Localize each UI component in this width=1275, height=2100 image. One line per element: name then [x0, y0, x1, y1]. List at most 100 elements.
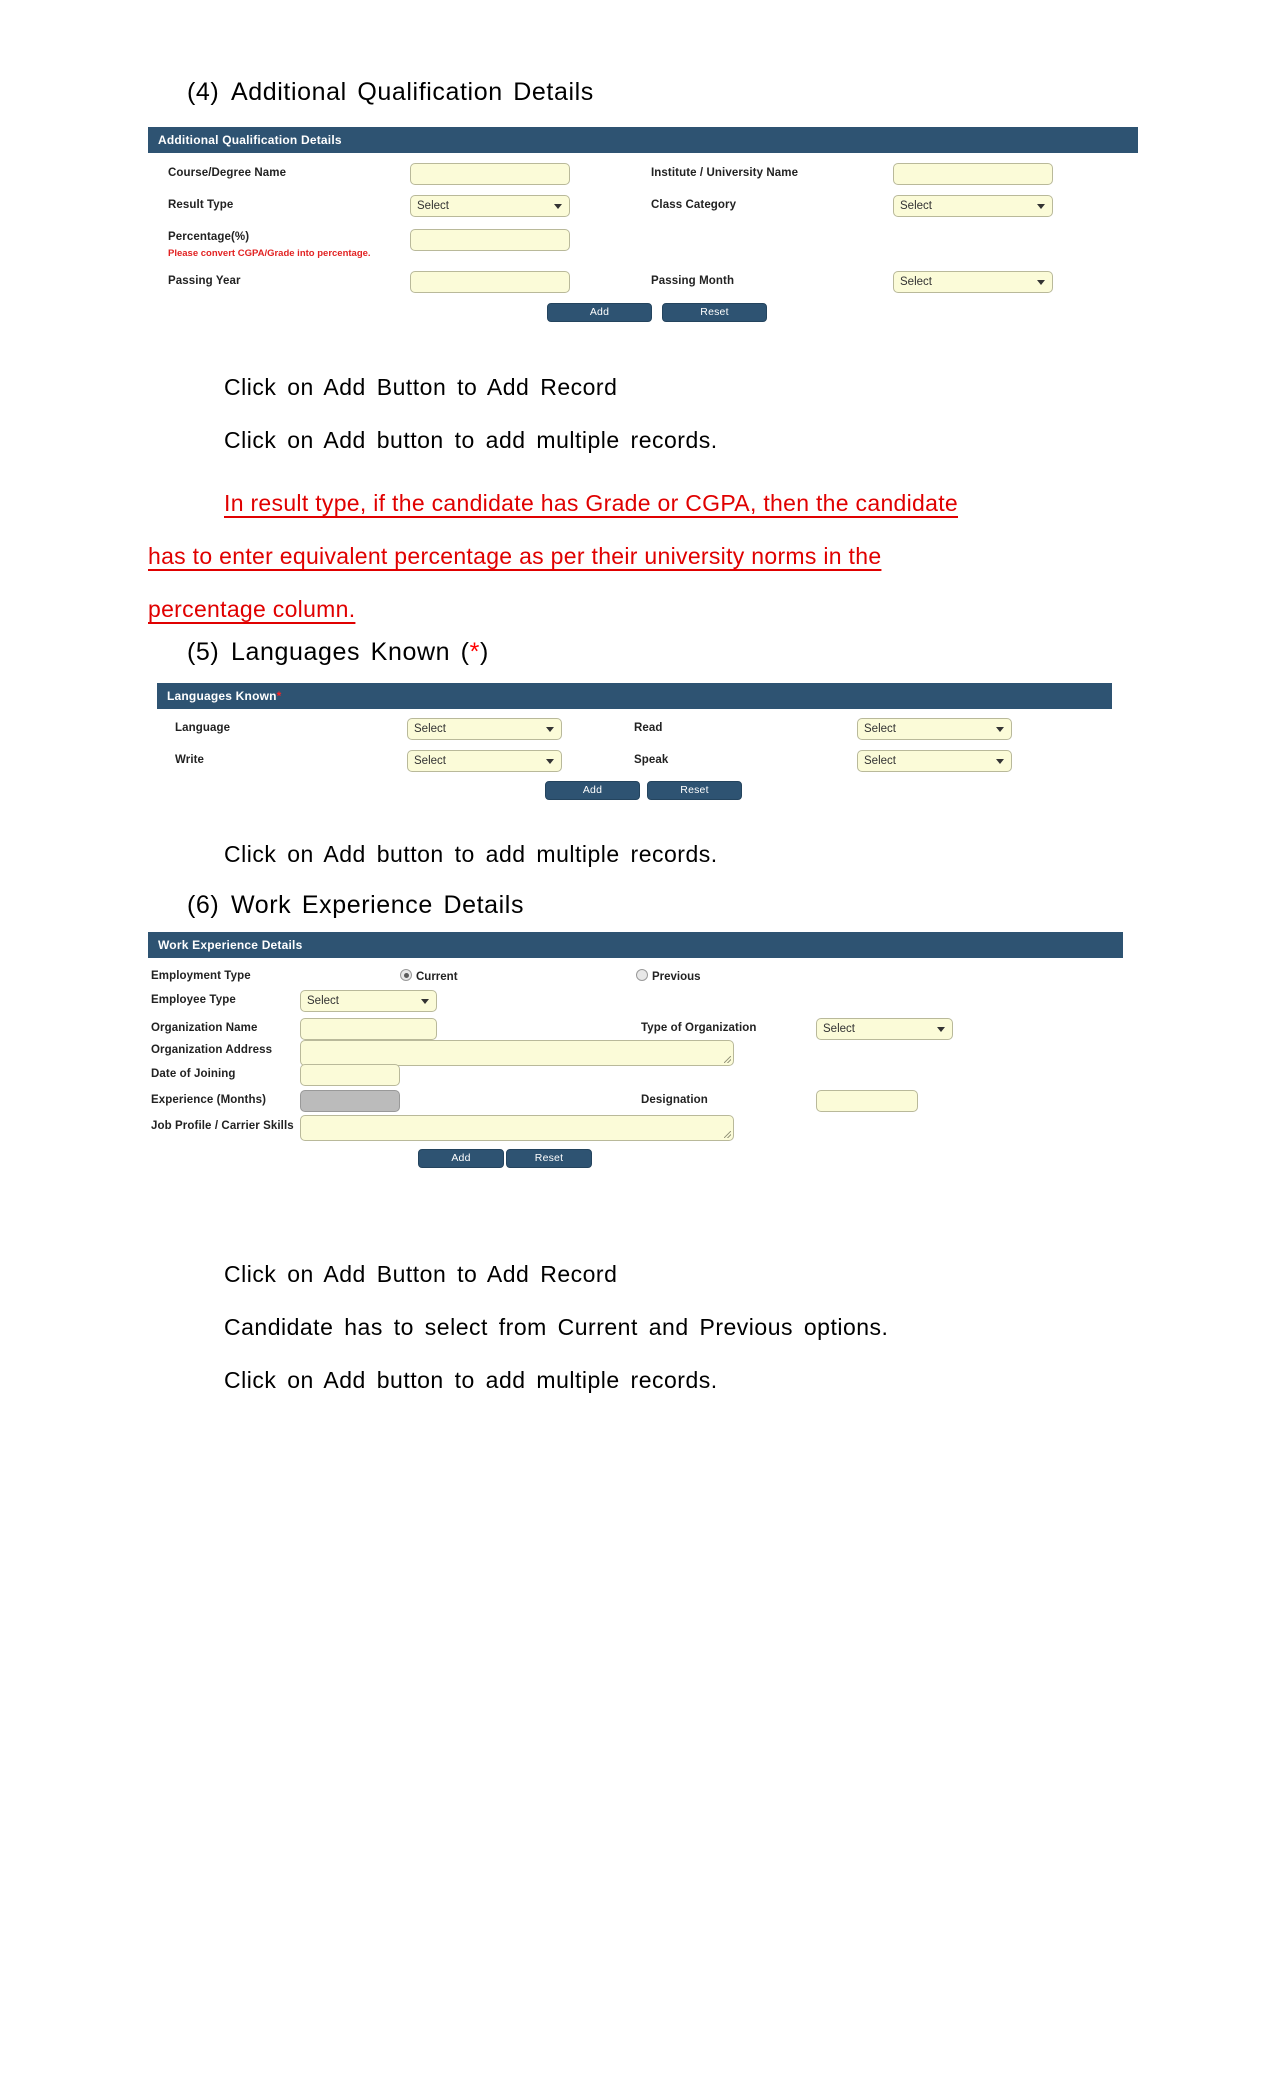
languages-known-add-button[interactable]: Add — [545, 781, 640, 800]
job-profile-label: Job Profile / Carrier Skills — [151, 1120, 294, 1132]
read-label: Read — [634, 722, 663, 734]
red-line-3: percentage column. — [148, 596, 356, 622]
speak-select[interactable]: Select — [857, 750, 1012, 772]
panel-header-label: Work Experience Details — [158, 938, 303, 952]
type-of-organization-value: Select — [823, 1023, 855, 1035]
employment-type-label: Employment Type — [151, 970, 251, 982]
chevron-down-icon — [996, 759, 1004, 764]
percentage-note: Please convert CGPA/Grade into percentag… — [168, 248, 371, 259]
chevron-down-icon — [554, 204, 562, 209]
speak-label: Speak — [634, 754, 669, 766]
additional-qualification-reset-button[interactable]: Reset — [662, 303, 767, 322]
type-of-organization-select[interactable]: Select — [816, 1018, 953, 1040]
class-category-label: Class Category — [651, 199, 737, 211]
note-select-current-previous: Candidate has to select from Current and… — [224, 1314, 889, 1340]
result-type-select[interactable]: Select — [410, 195, 570, 217]
section-6-heading: (6) Work Experience Details — [187, 891, 524, 920]
additional-qualification-panel-body: Course/Degree Name Institute / Universit… — [148, 153, 1138, 322]
language-label: Language — [175, 722, 231, 734]
additional-qualification-panel-header: Additional Qualification Details — [148, 127, 1138, 153]
employment-type-previous-label: Previous — [652, 971, 701, 983]
section-5-title: Languages Known ( — [231, 638, 470, 666]
course-degree-name-input[interactable] — [410, 163, 570, 185]
red-line-2: has to enter equivalent percentage as pe… — [148, 543, 882, 569]
chevron-down-icon — [1037, 204, 1045, 209]
organization-address-textarea[interactable] — [300, 1040, 734, 1066]
section-6-number: (6) — [187, 891, 220, 919]
write-select[interactable]: Select — [407, 750, 562, 772]
note-add-record-4: Click on Add Button to Add Record — [224, 374, 618, 400]
passing-year-input[interactable] — [410, 271, 570, 293]
work-experience-panel-body: Employment Type Current Previous Employe… — [148, 958, 1123, 1173]
class-category-select[interactable]: Select — [893, 195, 1053, 217]
additional-qualification-add-button[interactable]: Add — [547, 303, 652, 322]
note-add-record-6: Click on Add Button to Add Record — [224, 1261, 618, 1287]
section-4-title: Additional Qualification Details — [231, 78, 594, 106]
passing-year-label: Passing Year — [168, 275, 241, 287]
write-value: Select — [414, 755, 446, 767]
employment-type-option-current[interactable]: Current — [400, 969, 458, 983]
panel-header-label: Additional Qualification Details — [158, 133, 342, 147]
passing-month-label: Passing Month — [651, 275, 735, 287]
employee-type-value: Select — [307, 995, 339, 1007]
experience-months-label: Experience (Months) — [151, 1094, 267, 1106]
work-experience-panel: Work Experience Details Employment Type … — [148, 932, 1123, 1173]
languages-known-reset-button[interactable]: Reset — [647, 781, 742, 800]
work-experience-reset-button[interactable]: Reset — [506, 1149, 592, 1168]
passing-month-value: Select — [900, 276, 932, 288]
section-5-heading: (5) Languages Known (*) — [187, 638, 489, 667]
class-category-value: Select — [900, 200, 932, 212]
job-profile-textarea[interactable] — [300, 1115, 734, 1141]
chevron-down-icon — [937, 1027, 945, 1032]
read-value: Select — [864, 723, 896, 735]
radio-icon-previous[interactable] — [636, 969, 648, 981]
languages-known-panel: Languages Known* Language Select Read Se… — [157, 683, 1112, 800]
date-of-joining-input[interactable] — [300, 1064, 400, 1086]
red-line-1: In result type, if the candidate has Gra… — [224, 490, 958, 516]
employee-type-select[interactable]: Select — [300, 990, 437, 1012]
date-of-joining-label: Date of Joining — [151, 1068, 236, 1080]
languages-known-panel-header: Languages Known* — [157, 683, 1112, 709]
organization-name-input[interactable] — [300, 1018, 437, 1040]
note-multiple-records-6: Click on Add button to add multiple reco… — [224, 1367, 718, 1393]
document-page: (4) Additional Qualification Details Addi… — [0, 0, 1275, 2100]
panel-header-label: Languages Known — [167, 689, 277, 703]
percentage-input[interactable] — [410, 229, 570, 251]
work-experience-panel-header: Work Experience Details — [148, 932, 1123, 958]
institute-university-name-label: Institute / University Name — [651, 167, 799, 179]
employment-type-current-label: Current — [416, 971, 458, 983]
panel-header-required-star: * — [276, 689, 282, 703]
write-label: Write — [175, 754, 205, 766]
employment-type-option-previous[interactable]: Previous — [636, 969, 701, 983]
designation-label: Designation — [641, 1094, 708, 1106]
section-5-title-tail: ) — [479, 638, 489, 666]
additional-qualification-panel: Additional Qualification Details Course/… — [148, 127, 1138, 322]
note-multiple-records-5: Click on Add button to add multiple reco… — [224, 841, 718, 867]
speak-value: Select — [864, 755, 896, 767]
result-type-label: Result Type — [168, 199, 234, 211]
organization-address-label: Organization Address — [151, 1044, 273, 1056]
red-instruction-paragraph: In result type, if the candidate has Gra… — [148, 477, 1168, 636]
passing-month-select[interactable]: Select — [893, 271, 1053, 293]
percentage-label: Percentage(%) — [168, 231, 250, 243]
read-select[interactable]: Select — [857, 718, 1012, 740]
section-4-number: (4) — [187, 78, 220, 106]
type-of-organization-label: Type of Organization — [641, 1022, 757, 1034]
radio-icon-current[interactable] — [400, 969, 412, 981]
work-experience-add-button[interactable]: Add — [418, 1149, 504, 1168]
chevron-down-icon — [996, 727, 1004, 732]
employee-type-label: Employee Type — [151, 994, 236, 1006]
course-degree-name-label: Course/Degree Name — [168, 167, 287, 179]
chevron-down-icon — [1037, 280, 1045, 285]
languages-known-panel-body: Language Select Read Select Write Select… — [157, 709, 1112, 800]
organization-name-label: Organization Name — [151, 1022, 258, 1034]
language-select[interactable]: Select — [407, 718, 562, 740]
section-4-heading: (4) Additional Qualification Details — [187, 78, 594, 107]
chevron-down-icon — [546, 759, 554, 764]
institute-university-name-input[interactable] — [893, 163, 1053, 185]
section-6-title: Work Experience Details — [231, 891, 525, 919]
language-value: Select — [414, 723, 446, 735]
designation-input[interactable] — [816, 1090, 918, 1112]
note-multiple-records-4: Click on Add button to add multiple reco… — [224, 427, 718, 453]
chevron-down-icon — [546, 727, 554, 732]
